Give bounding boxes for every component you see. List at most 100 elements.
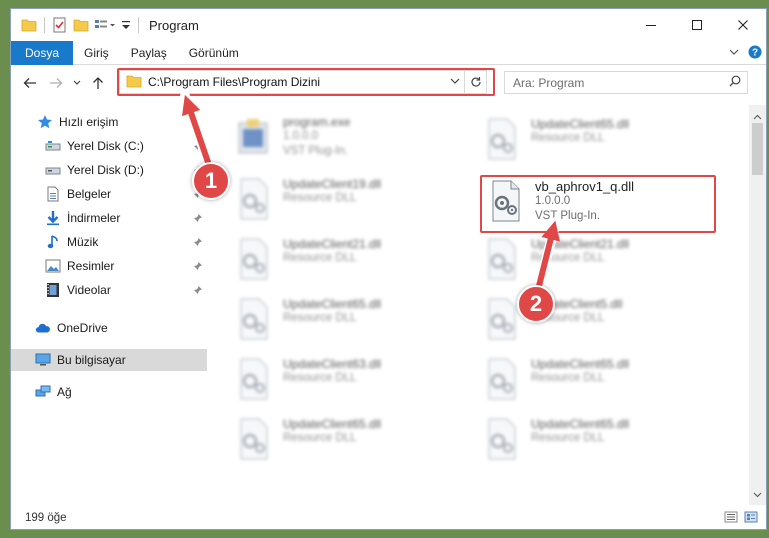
sidebar-item-label: Yerel Disk (C:) bbox=[67, 139, 144, 153]
sidebar-item-quick-access[interactable]: Hızlı erişim bbox=[11, 111, 207, 133]
file-name: UpdateClient19.dll bbox=[283, 177, 382, 191]
tab-home[interactable]: Giriş bbox=[73, 41, 120, 65]
close-button[interactable] bbox=[720, 9, 766, 41]
back-button[interactable] bbox=[19, 72, 41, 94]
scroll-down-icon[interactable] bbox=[753, 487, 762, 501]
tiles-view-icon[interactable] bbox=[744, 511, 758, 526]
file-description: Resource DLL bbox=[531, 432, 605, 444]
file-info: UpdateClient65.dll Resource DLL bbox=[283, 295, 381, 326]
file-item[interactable]: UpdateClient21.dll Resource DLL bbox=[481, 235, 711, 291]
pin-icon[interactable] bbox=[193, 236, 203, 250]
new-folder-icon[interactable] bbox=[73, 18, 89, 32]
tab-file[interactable]: Dosya bbox=[11, 40, 74, 65]
expand-ribbon-icon[interactable] bbox=[728, 46, 740, 61]
sidebar-item-videos[interactable]: Videolar bbox=[11, 279, 207, 301]
step-badge-2: 2 bbox=[517, 285, 555, 323]
pin-icon[interactable] bbox=[193, 284, 203, 298]
file-info: UpdateClient21.dll Resource DLL bbox=[531, 235, 629, 266]
sidebar-item-label: İndirmeler bbox=[67, 211, 121, 225]
star-icon bbox=[37, 114, 53, 130]
music-icon bbox=[45, 234, 61, 250]
search-box[interactable]: Ara: Program bbox=[504, 71, 748, 94]
status-bar: 199 öğe bbox=[11, 507, 766, 529]
tab-view[interactable]: Görünüm bbox=[178, 41, 250, 65]
help-icon[interactable]: ? bbox=[748, 45, 762, 62]
recent-locations-button[interactable] bbox=[71, 72, 83, 94]
file-name: UpdateClient65.dll bbox=[531, 357, 630, 371]
pin-icon[interactable] bbox=[193, 212, 203, 226]
network-icon bbox=[35, 384, 51, 400]
dll-file-icon bbox=[481, 237, 525, 285]
dll-file-icon bbox=[481, 417, 525, 465]
toolbar-divider bbox=[138, 17, 139, 33]
file-item[interactable]: UpdateClient65.dll Resource DLL bbox=[233, 415, 463, 471]
file-item[interactable]: UpdateClient19.dll Resource DLL bbox=[233, 175, 463, 231]
sidebar-item-documents[interactable]: Belgeler bbox=[11, 183, 207, 205]
file-item[interactable]: UpdateClient65.dll Resource DLL bbox=[481, 355, 711, 411]
file-description: Resource DLL bbox=[283, 252, 357, 264]
view-switcher bbox=[724, 511, 758, 526]
item-count: 199 öğe bbox=[25, 512, 67, 524]
scrollbar-thumb[interactable] bbox=[752, 123, 763, 175]
title-bar: Program bbox=[11, 9, 766, 41]
quick-access-toolbar bbox=[11, 17, 141, 33]
file-item[interactable]: UpdateClient5.dll Resource DLL bbox=[481, 295, 711, 351]
file-item[interactable]: UpdateClient65.dll Resource DLL bbox=[481, 415, 711, 471]
explorer-window: Program Dosya Giriş Paylaş Görünüm ? C:\… bbox=[10, 8, 767, 530]
scroll-up-icon[interactable] bbox=[753, 109, 762, 123]
file-item[interactable]: UpdateClient63.dll Resource DLL bbox=[233, 355, 463, 411]
maximize-button[interactable] bbox=[674, 9, 720, 41]
file-item[interactable]: UpdateClient21.dll Resource DLL bbox=[233, 235, 463, 291]
up-button[interactable] bbox=[87, 72, 109, 94]
address-bar-row: C:\Program Files\Program Dizini Ara: Pro… bbox=[11, 66, 766, 100]
file-info: UpdateClient63.dll Resource DLL bbox=[283, 355, 381, 386]
file-info: UpdateClient19.dll Resource DLL bbox=[283, 175, 381, 206]
file-description: Resource DLL bbox=[283, 192, 357, 204]
sidebar-item-label: Bu bilgisayar bbox=[57, 353, 126, 367]
customize-toolbar-icon[interactable] bbox=[121, 19, 131, 31]
computer-icon bbox=[35, 352, 51, 368]
address-highlight-box bbox=[117, 68, 495, 96]
exe-file-icon bbox=[233, 115, 277, 163]
window-title: Program bbox=[149, 17, 199, 33]
file-item[interactable]: UpdateClient65.dll Resource DLL bbox=[233, 295, 463, 351]
file-name: UpdateClient65.dll bbox=[283, 417, 382, 431]
search-input[interactable]: Ara: Program bbox=[513, 76, 729, 90]
ribbon-tabs: Dosya Giriş Paylaş Görünüm ? bbox=[11, 40, 766, 65]
sidebar-item-label: Müzik bbox=[67, 235, 99, 249]
sidebar-item-downloads[interactable]: İndirmeler bbox=[11, 207, 207, 229]
properties-icon[interactable] bbox=[52, 17, 68, 33]
file-description: Resource DLL bbox=[531, 372, 605, 384]
file-description: Resource DLL bbox=[283, 432, 357, 444]
file-name: UpdateClient65.dll bbox=[283, 297, 382, 311]
sidebar-item-pictures[interactable]: Resimler bbox=[11, 255, 207, 277]
file-list: program.exe 1.0.0.0 VST Plug-In. UpdateC… bbox=[223, 105, 741, 505]
window-controls bbox=[628, 9, 766, 41]
sidebar-item-music[interactable]: Müzik bbox=[11, 231, 207, 253]
forward-button[interactable] bbox=[45, 72, 67, 94]
sidebar-item-network[interactable]: Ağ bbox=[11, 381, 207, 403]
file-info: UpdateClient21.dll Resource DLL bbox=[283, 235, 381, 266]
view-options-icon[interactable] bbox=[94, 18, 116, 32]
pin-icon[interactable] bbox=[193, 140, 203, 154]
pin-icon[interactable] bbox=[193, 260, 203, 274]
folder-icon bbox=[21, 18, 37, 32]
sidebar-item-onedrive[interactable]: OneDrive bbox=[11, 317, 207, 339]
ribbon-right-controls: ? bbox=[728, 45, 762, 62]
sidebar-item-local-disk-c[interactable]: Yerel Disk (C:) bbox=[11, 135, 207, 157]
file-name: UpdateClient21.dll bbox=[531, 237, 630, 251]
file-name: UpdateClient65.dll bbox=[531, 117, 630, 131]
tab-share[interactable]: Paylaş bbox=[120, 41, 178, 65]
file-description: Resource DLL bbox=[283, 312, 357, 324]
minimize-button[interactable] bbox=[628, 9, 674, 41]
file-name: program.exe bbox=[283, 115, 351, 129]
videos-icon bbox=[45, 282, 61, 298]
vertical-scrollbar[interactable] bbox=[749, 105, 766, 505]
drive-icon bbox=[45, 162, 61, 178]
sidebar-item-this-pc[interactable]: Bu bilgisayar bbox=[11, 349, 207, 371]
file-item[interactable]: UpdateClient65.dll Resource DLL bbox=[481, 115, 711, 171]
sidebar-item-local-disk-d[interactable]: Yerel Disk (D:) bbox=[11, 159, 207, 181]
details-view-icon[interactable] bbox=[724, 511, 738, 526]
file-info: UpdateClient65.dll Resource DLL bbox=[531, 415, 629, 446]
file-item[interactable]: program.exe 1.0.0.0 VST Plug-In. bbox=[233, 113, 463, 169]
